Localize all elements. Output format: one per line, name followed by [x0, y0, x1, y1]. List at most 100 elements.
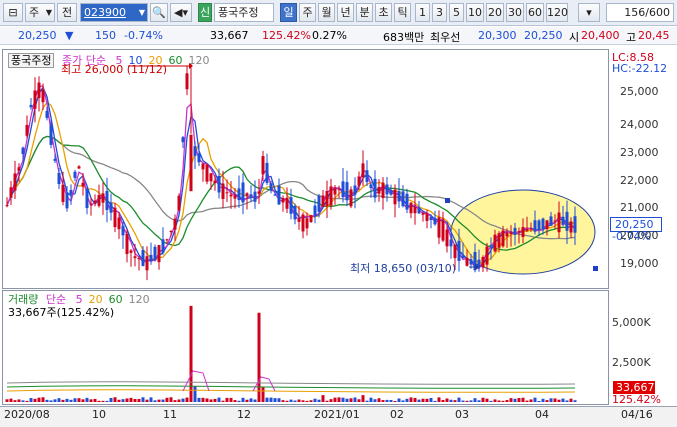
x-label-0: 2020/08: [4, 408, 50, 421]
candle-body: [133, 256, 137, 259]
volume-bar: [157, 399, 161, 402]
interval-tab-120[interactable]: 120: [546, 3, 568, 22]
volume-bar: [537, 400, 541, 402]
candle-body: [265, 162, 269, 183]
x-label-7: 04: [535, 408, 549, 421]
search-icon[interactable]: 🔍: [150, 3, 168, 22]
interval-tab-20[interactable]: 20: [486, 3, 504, 22]
volume-bar: [109, 397, 113, 402]
volume-bar: [225, 397, 229, 402]
candle-body: [517, 230, 521, 233]
interval-dropdown[interactable]: ▾: [578, 3, 600, 22]
period-tab-0[interactable]: 일: [280, 3, 297, 22]
interval-tab-30[interactable]: 30: [506, 3, 524, 22]
candle-body: [109, 202, 113, 213]
volume-bar: [409, 397, 413, 402]
stock-name-field: 풍국주정: [214, 3, 274, 22]
interval-tab-5[interactable]: 5: [449, 3, 464, 22]
candle-body: [197, 153, 201, 163]
high-annotation: 최고 26,000 (11/12): [61, 63, 168, 76]
volume-bar: [329, 399, 333, 402]
volume-bar: [457, 397, 461, 402]
volume-bar: [65, 398, 69, 402]
candle-body: [393, 189, 397, 205]
speaker-icon[interactable]: ◀▾: [170, 3, 192, 22]
volume-bar: [57, 398, 61, 402]
volume-bar: [305, 400, 309, 402]
interval-tab-60[interactable]: 60: [526, 3, 544, 22]
candle-body: [177, 195, 181, 211]
candle-body: [69, 189, 73, 195]
market-select[interactable]: 주 ▼: [25, 3, 55, 22]
candle-body: [453, 244, 457, 259]
interval-tab-3[interactable]: 3: [432, 3, 447, 22]
period-tab-2[interactable]: 월: [318, 3, 335, 22]
candle-body: [417, 208, 421, 214]
candle-body: [573, 216, 577, 233]
period-tab-1[interactable]: 주: [299, 3, 316, 22]
market-scope-button[interactable]: 전: [57, 3, 77, 22]
volume-bar: [249, 398, 253, 402]
interval-tab-1[interactable]: 1: [415, 3, 430, 22]
chart-settings-button[interactable]: ⊟: [3, 3, 23, 22]
stock-code-input[interactable]: 023900 ▼: [80, 3, 148, 22]
candle-body: [13, 173, 17, 191]
volume-bar: [397, 398, 401, 402]
candle-body: [33, 90, 37, 109]
volume-bar: [257, 312, 261, 402]
period-tab-3[interactable]: 년: [337, 3, 354, 22]
volume-bar: [237, 400, 241, 402]
candle-body: [113, 207, 117, 228]
candle-body: [53, 158, 57, 161]
period-tab-5[interactable]: 초: [375, 3, 392, 22]
marker-square: [445, 198, 450, 203]
candle-body: [173, 218, 177, 230]
volume-pct-tag: 125.42%: [612, 393, 661, 406]
volume-bar: [213, 398, 217, 402]
candle-body: [401, 191, 405, 207]
volume-bar: [169, 397, 173, 402]
hc-label: HC:-22.12: [612, 62, 668, 75]
candle-body: [269, 183, 273, 191]
volume-bar: [73, 398, 77, 402]
candle-body: [309, 215, 313, 223]
volume-bar: [497, 400, 501, 402]
candle-body: [557, 212, 561, 233]
volume-bar: [177, 399, 181, 402]
volume-bar: [461, 400, 465, 402]
candle-body: [369, 184, 373, 188]
volume-bar: [13, 400, 17, 402]
volume-bar: [473, 398, 477, 402]
candle-body: [121, 225, 125, 236]
volume-bar: [377, 398, 381, 402]
volume-bar: [401, 400, 405, 402]
count-field[interactable]: 156/600: [606, 3, 674, 22]
period-tab-6[interactable]: 틱: [394, 3, 411, 22]
volume-bar: [253, 399, 257, 402]
period-tab-4[interactable]: 분: [356, 3, 373, 22]
candle-body: [221, 183, 225, 199]
interval-tab-10[interactable]: 10: [466, 3, 484, 22]
candle-body: [21, 147, 25, 155]
volume-bar: [469, 400, 473, 402]
volume-bar: [221, 400, 225, 402]
down-arrow-icon: ▼: [65, 29, 74, 42]
high-label: 고: [626, 31, 637, 44]
price-chart-panel[interactable]: [2, 49, 609, 289]
candle-body: [513, 227, 517, 235]
volume-bar: [217, 397, 221, 402]
volume-bar: [545, 400, 549, 402]
volume-bar: [141, 397, 145, 402]
candle-body: [257, 191, 261, 194]
candle-body: [193, 146, 197, 156]
volume-bar: [85, 397, 89, 402]
candle-body: [425, 213, 429, 221]
candle-body: [225, 192, 229, 194]
candle-body: [373, 178, 377, 198]
candle-body: [361, 163, 365, 178]
candle-body: [329, 186, 333, 206]
volume-bar: [317, 399, 321, 402]
volume-bar: [569, 398, 573, 402]
volume-bar: [41, 397, 45, 402]
volume-bar: [449, 399, 453, 402]
